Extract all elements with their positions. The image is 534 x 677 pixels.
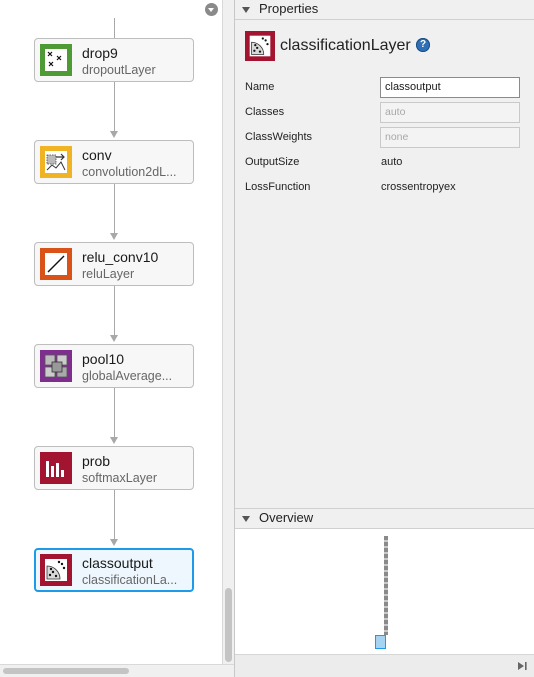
layer-type: convolution2dL... — [82, 165, 177, 179]
layer-name: drop9 — [82, 45, 118, 61]
connector — [114, 388, 115, 437]
connector — [114, 82, 115, 131]
canvas-vertical-scrollbar[interactable] — [222, 0, 234, 664]
layer-block-relu-conv10[interactable]: relu_conv10 reluLayer — [34, 242, 194, 286]
layer-type: softmaxLayer — [82, 471, 158, 485]
layer-name: classoutput — [82, 555, 153, 571]
layer-type: dropoutLayer — [82, 63, 156, 77]
pooling-icon — [40, 350, 72, 382]
overview-viewport[interactable] — [375, 635, 386, 649]
canvas-horizontal-scrollbar[interactable] — [0, 664, 234, 677]
classification-icon — [40, 554, 72, 586]
layer-block-drop9[interactable]: drop9 dropoutLayer — [34, 38, 194, 82]
layer-class-title: classificationLayer — [280, 37, 411, 54]
softmax-icon — [40, 452, 72, 484]
properties-title: Properties — [259, 1, 319, 16]
layer-block-conv[interactable]: conv convolution2dL... — [34, 140, 194, 184]
properties-header[interactable]: Properties — [235, 0, 534, 19]
property-label-lossfunction: LossFunction — [245, 181, 311, 193]
connector — [114, 184, 115, 233]
name-field[interactable]: classoutput — [380, 77, 520, 98]
dropout-icon — [40, 44, 72, 76]
arrow-down-icon — [110, 335, 118, 342]
layer-block-classoutput[interactable]: classoutput classificationLa... — [34, 548, 194, 592]
layer-name: pool10 — [82, 351, 125, 367]
arrow-down-icon — [110, 539, 118, 546]
layer-name: relu_conv10 — [82, 249, 159, 265]
connector — [114, 18, 115, 38]
overview-panel[interactable] — [235, 529, 534, 654]
layer-name: conv — [82, 147, 112, 163]
layer-type: reluLayer — [82, 267, 135, 281]
arrow-down-icon — [110, 233, 118, 240]
arrow-down-icon — [110, 437, 118, 444]
property-label-classes: Classes — [245, 106, 285, 118]
property-label-name: Name — [245, 81, 275, 93]
canvas-toolbar — [0, 0, 222, 18]
help-icon[interactable]: ? — [416, 38, 430, 52]
overview-title: Overview — [259, 510, 314, 525]
classification-icon — [245, 31, 275, 61]
layer-name: prob — [82, 453, 111, 469]
scrollbar-thumb[interactable] — [3, 668, 129, 674]
collapse-triangle-icon[interactable] — [242, 7, 250, 13]
connector — [114, 490, 115, 539]
overview-footer — [235, 654, 534, 677]
classweights-field: none — [380, 127, 520, 148]
convolution-icon — [40, 146, 72, 178]
connector — [114, 286, 115, 335]
overview-header[interactable]: Overview — [235, 509, 534, 528]
property-label-outputsize: OutputSize — [245, 156, 300, 168]
layer-block-prob[interactable]: prob softmaxLayer — [34, 446, 194, 490]
scrollbar-thumb[interactable] — [225, 588, 232, 662]
overview-network-thumbnail — [384, 536, 388, 635]
relu-icon — [40, 248, 72, 280]
outputsize-value: auto — [381, 156, 403, 168]
collapse-triangle-icon[interactable] — [242, 516, 250, 522]
chevron-down-circle-icon[interactable] — [205, 3, 218, 16]
network-canvas[interactable]: drop9 dropoutLayer conv convolution2dL..… — [0, 0, 222, 664]
arrow-down-icon — [110, 131, 118, 138]
property-label-classweights: ClassWeights — [245, 131, 313, 143]
layer-type: globalAverage... — [82, 369, 173, 383]
divider — [235, 19, 534, 20]
skip-to-end-icon[interactable] — [516, 660, 528, 672]
classes-field: auto — [380, 102, 520, 123]
layer-block-pool10[interactable]: pool10 globalAverage... — [34, 344, 194, 388]
layer-type: classificationLa... — [82, 573, 178, 587]
lossfunction-value: crossentropyex — [381, 181, 456, 193]
